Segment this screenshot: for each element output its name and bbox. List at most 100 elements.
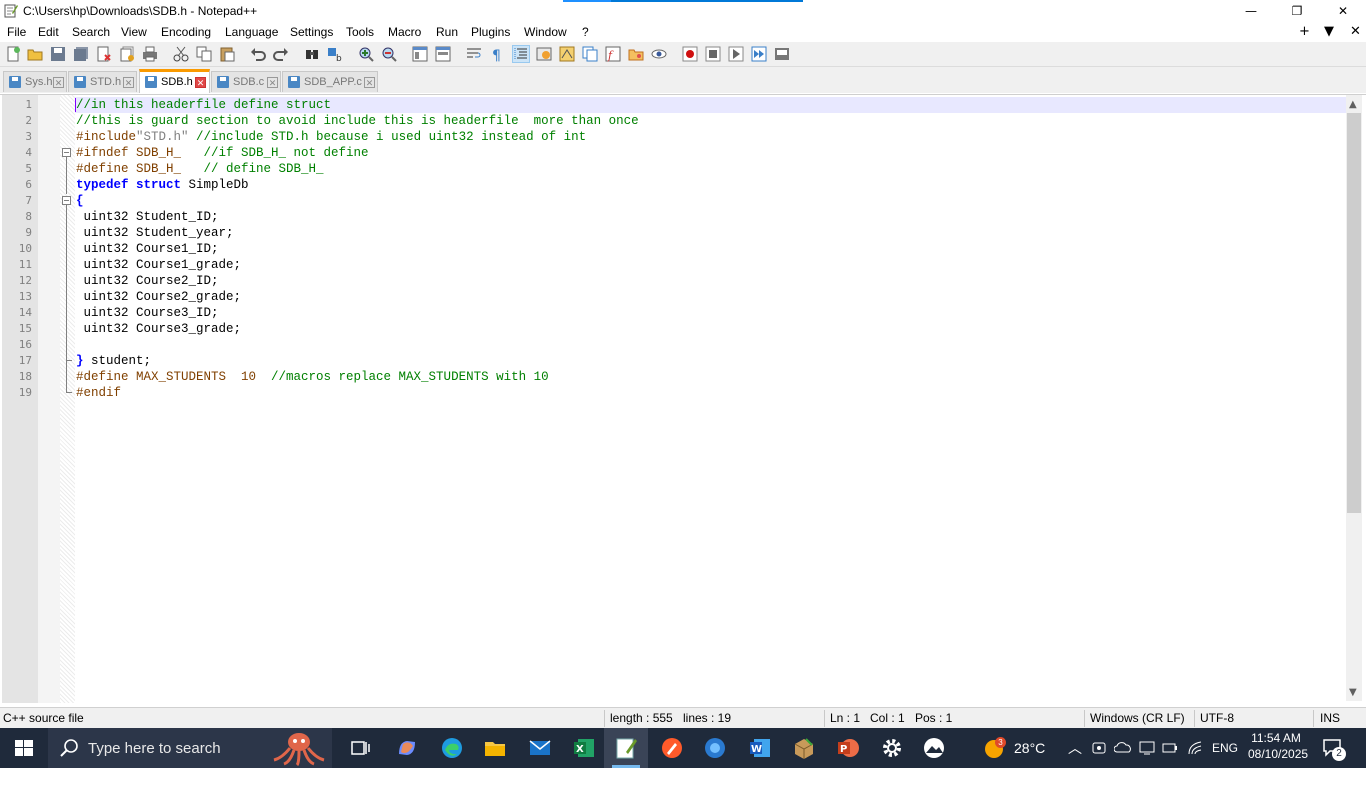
menu-settings[interactable]: Settings — [290, 25, 333, 39]
code-line[interactable]: { — [76, 193, 84, 209]
weather-temperature[interactable]: 28°C — [1014, 740, 1045, 780]
excel-icon[interactable]: X — [572, 736, 596, 760]
menu-tools[interactable]: Tools — [346, 25, 374, 39]
close-file-icon[interactable] — [96, 46, 112, 62]
tab-list-dropdown[interactable]: ▼ — [1324, 24, 1334, 39]
close-doc-button[interactable]: ✕ — [1350, 24, 1361, 39]
clock[interactable]: 11:54 AM 08/10/2025 — [1248, 731, 1308, 771]
windows-start-icon[interactable] — [12, 736, 36, 760]
copy-icon[interactable] — [196, 46, 212, 62]
minimize-button[interactable]: — — [1228, 0, 1274, 22]
code-line[interactable]: uint32 Course2_ID; — [76, 273, 219, 289]
replace-icon[interactable]: b — [327, 46, 343, 62]
edge-browser-icon[interactable] — [440, 736, 464, 760]
file-explorer-icon[interactable] — [483, 736, 507, 760]
settings-gear-icon[interactable] — [880, 736, 904, 760]
find-icon[interactable] — [304, 46, 320, 62]
tab-close-icon[interactable]: ✕ — [267, 77, 278, 88]
code-line[interactable]: #include"STD.h" //include STD.h because … — [76, 129, 586, 145]
save-macro-icon[interactable] — [774, 46, 790, 62]
status-eol[interactable]: Windows (CR LF) — [1090, 711, 1185, 725]
doc-list-icon[interactable] — [582, 46, 598, 62]
onedrive-icon[interactable] — [1114, 740, 1132, 756]
package-app-icon[interactable] — [792, 736, 816, 760]
code-editor[interactable]: 1 2 3 4 5 6 7 8 9 10 11 12 13 14 15 16 17 18 19 //in this … — [0, 94, 1366, 703]
code-line[interactable]: uint32 Student_ID; — [76, 209, 219, 225]
sync-horizontal-icon[interactable] — [435, 46, 451, 62]
scrollbar-thumb[interactable] — [1347, 113, 1361, 513]
task-view-icon[interactable] — [348, 736, 372, 760]
tab-close-icon[interactable]: ✕ — [123, 77, 134, 88]
code-line[interactable]: uint32 Course1_grade; — [76, 257, 242, 273]
tab-close-icon[interactable]: ✕ — [53, 77, 64, 88]
code-line[interactable]: #endif — [76, 385, 121, 401]
doc-map-icon[interactable] — [559, 46, 575, 62]
code-line[interactable]: uint32 Course2_grade; — [76, 289, 242, 305]
sync-vertical-icon[interactable] — [412, 46, 428, 62]
menu-run[interactable]: Run — [436, 25, 458, 39]
show-all-chars-icon[interactable]: ¶ — [489, 46, 505, 62]
user-defined-lang-icon[interactable] — [536, 46, 552, 62]
print-icon[interactable] — [142, 46, 158, 62]
undo-icon[interactable] — [250, 46, 266, 62]
tab-sys-h[interactable]: Sys.h ✕ — [3, 71, 67, 92]
function-list-icon[interactable]: f — [605, 46, 621, 62]
tab-sdb-app-c[interactable]: SDB_APP.c ✕ — [282, 71, 378, 92]
code-line[interactable]: uint32 Course1_ID; — [76, 241, 219, 257]
menu-edit[interactable]: Edit — [38, 25, 59, 39]
display-icon[interactable] — [1139, 740, 1155, 756]
battery-plug-icon[interactable] — [1162, 740, 1178, 756]
taskbar-search-box[interactable]: Type here to search — [48, 728, 332, 768]
tab-sdb-h[interactable]: SDB.h ✕ — [139, 69, 210, 93]
word-wrap-icon[interactable] — [466, 46, 482, 62]
taskbar-active-app[interactable] — [604, 728, 648, 768]
powerpoint-icon[interactable]: P — [836, 736, 860, 760]
close-all-icon[interactable] — [119, 46, 135, 62]
wifi-icon[interactable] — [1187, 740, 1203, 756]
menu-window[interactable]: Window — [524, 25, 567, 39]
vertical-scrollbar[interactable]: ▲ ▼ — [1346, 95, 1362, 701]
code-line[interactable]: #define SDB_H_ // define SDB_H_ — [76, 161, 324, 177]
code-line[interactable]: #ifndef SDB_H_ //if SDB_H_ not define — [76, 145, 369, 161]
scroll-up-icon[interactable]: ▲ — [1349, 99, 1357, 110]
browser-app-icon[interactable] — [703, 736, 727, 760]
menu-search[interactable]: Search — [72, 25, 110, 39]
status-mode[interactable]: INS — [1320, 711, 1340, 725]
record-macro-icon[interactable] — [682, 46, 698, 62]
mail-icon[interactable] — [528, 736, 552, 760]
paste-icon[interactable] — [219, 46, 235, 62]
fold-toggle-struct[interactable] — [62, 196, 71, 205]
pen-app-icon[interactable] — [660, 736, 684, 760]
code-line[interactable]: uint32 Course3_grade; — [76, 321, 242, 337]
code-line[interactable]: typedef struct SimpleDb — [76, 177, 249, 193]
maximize-button[interactable]: ❐ — [1274, 0, 1320, 22]
menu-encoding[interactable]: Encoding — [161, 25, 211, 39]
code-line[interactable]: //in this headerfile define struct — [76, 97, 331, 113]
run-macro-multiple-icon[interactable] — [751, 46, 767, 62]
menu-help[interactable]: ? — [582, 25, 589, 39]
stop-macro-icon[interactable] — [705, 46, 721, 62]
webcam-icon[interactable] — [1092, 740, 1106, 756]
code-line[interactable]: uint32 Course3_ID; — [76, 305, 219, 321]
code-line[interactable]: uint32 Student_year; — [76, 225, 234, 241]
new-file-icon[interactable] — [5, 46, 21, 62]
menu-language[interactable]: Language — [225, 25, 278, 39]
menu-view[interactable]: View — [121, 25, 147, 39]
cut-icon[interactable] — [173, 46, 189, 62]
code-line[interactable]: #define MAX_STUDENTS 10 //macros replace… — [76, 369, 549, 385]
copilot-icon[interactable] — [395, 736, 419, 760]
code-line[interactable]: //this is guard section to avoid include… — [76, 113, 639, 129]
play-macro-icon[interactable] — [728, 46, 744, 62]
menu-file[interactable]: File — [7, 25, 26, 39]
open-file-icon[interactable] — [27, 46, 43, 62]
folder-workspace-icon[interactable] — [628, 46, 644, 62]
input-language[interactable]: ENG — [1212, 741, 1238, 781]
tab-std-h[interactable]: STD.h ✕ — [68, 71, 137, 92]
indent-guide-icon[interactable] — [512, 45, 530, 63]
photos-app-icon[interactable] — [922, 736, 946, 760]
menu-plugins[interactable]: Plugins — [471, 25, 510, 39]
redo-icon[interactable] — [273, 46, 289, 62]
status-encoding[interactable]: UTF-8 — [1200, 711, 1234, 725]
tab-sdb-c[interactable]: SDB.c ✕ — [211, 71, 281, 92]
save-icon[interactable] — [50, 46, 66, 62]
